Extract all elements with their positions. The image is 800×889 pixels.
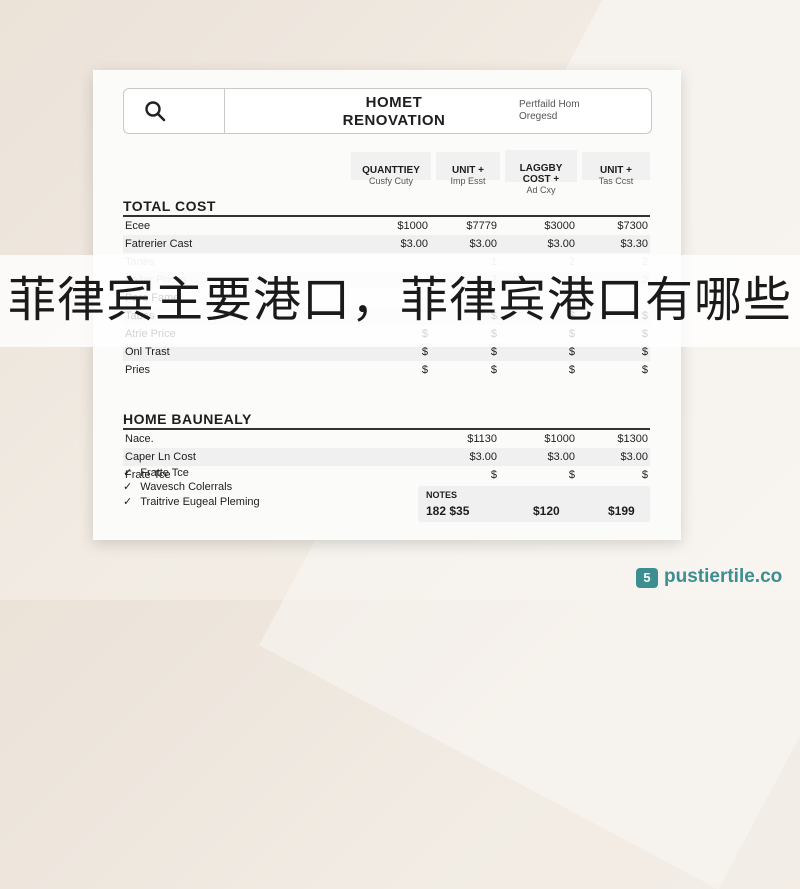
column-header-unit-total: UNIT + Tas Ccst [582, 152, 650, 186]
check-item: ✓ Traitrive Eugeal Pleming [123, 495, 260, 508]
column-sub: Imp Esst [450, 176, 486, 186]
row-cell: $3000 [544, 220, 575, 232]
logo-text: pustiertile.co [664, 566, 783, 587]
column-label: QUANTTIEY [362, 165, 420, 176]
row-cell: $3.00 [547, 238, 575, 250]
notes-value: $199 [608, 504, 635, 518]
notes-value: $120 [533, 504, 560, 518]
row-cell: $3.00 [469, 451, 497, 463]
logo-badge: 5 [636, 568, 658, 588]
page-title: HOMET RENOVATION [342, 94, 446, 129]
notes-label: NOTES [426, 490, 458, 500]
check-label: Fratte Tce [140, 467, 189, 479]
check-icon: ✓ [123, 481, 133, 493]
row-cell: $7300 [617, 220, 648, 232]
table-row: Nace. $1130 $1000 $1300 [123, 430, 650, 448]
row-cell: $ [490, 346, 497, 358]
row-cell: $ [568, 469, 575, 481]
table-row: Caper Ln Cost $3.00 $3.00 $3.00 [123, 448, 650, 466]
row-cell: $1130 [467, 433, 497, 445]
column-sub: Tas Ccst [598, 176, 634, 186]
check-icon: ✓ [123, 496, 133, 508]
row-label: Fatrerier Cast [125, 238, 193, 250]
check-icon: ✓ [123, 467, 133, 479]
section-title-home: HOME BAUNEALY [123, 411, 252, 427]
notes-box: NOTES 182 $35 $120 $199 [418, 486, 650, 522]
column-label: LAGGBY COST + [519, 163, 563, 185]
table-row: Ecee $1000 $7779 $3000 $7300 [123, 217, 650, 235]
column-sub: Ad Cxy [526, 185, 556, 195]
row-cell: $3.30 [620, 238, 648, 250]
sheet-header: HOMET RENOVATION Pertfaild Hom Oregesd [123, 88, 652, 134]
row-cell: $ [421, 364, 428, 376]
header-meta: Pertfaild Hom Oregesd [519, 99, 580, 122]
row-cell: $1000 [544, 433, 575, 445]
row-cell: $ [421, 346, 428, 358]
row-cell: $7779 [466, 220, 497, 232]
row-label: Ecee [125, 220, 151, 232]
row-label: Caper Ln Cost [125, 451, 196, 463]
column-header-unit: UNIT + Imp Esst [436, 152, 500, 186]
row-cell: $ [490, 364, 497, 376]
column-label: UNIT + [452, 165, 484, 176]
row-cell: $3.00 [400, 238, 428, 250]
notes-value: 182 $35 [426, 504, 470, 518]
check-label: Wavesch Colerrals [140, 481, 233, 493]
row-cell: $ [641, 469, 648, 481]
column-label: UNIT + [600, 165, 632, 176]
caption-text: 菲律宾主要港口，菲律宾港口有哪些 [7, 272, 792, 328]
section-title-total-cost: TOTAL COST [123, 198, 216, 214]
column-sub: Cusfy Cuty [368, 176, 413, 186]
column-header-labor-cost: LAGGBY COST + Ad Cxy [505, 150, 577, 195]
search-box[interactable] [124, 89, 225, 133]
search-icon [145, 101, 166, 122]
column-header-quantity: QUANTTIEY Cusfy Cuty [351, 152, 431, 186]
table-row: Pries $ $ $ $ [123, 361, 650, 379]
row-cell: $3.00 [469, 238, 497, 250]
check-item: ✓ Fratte Tce [123, 466, 189, 479]
row-cell: $3.00 [547, 451, 575, 463]
row-cell: $ [568, 364, 575, 376]
row-label: Nace. [125, 433, 154, 445]
row-label: Pries [125, 364, 151, 376]
row-cell: $ [490, 469, 497, 481]
row-cell: $ [568, 346, 575, 358]
table-row: Fatrerier Cast $3.00 $3.00 $3.00 $3.30 [123, 235, 650, 253]
row-cell: $ [641, 364, 648, 376]
row-cell: $3.00 [620, 451, 648, 463]
check-label: Traitrive Eugeal Pleming [140, 496, 260, 508]
check-item: ✓ Wavesch Colerrals [123, 480, 232, 493]
row-cell: $1300 [617, 433, 648, 445]
row-cell: $ [641, 346, 648, 358]
row-label: Onl Trast [125, 346, 170, 358]
row-cell: $1000 [397, 220, 428, 232]
